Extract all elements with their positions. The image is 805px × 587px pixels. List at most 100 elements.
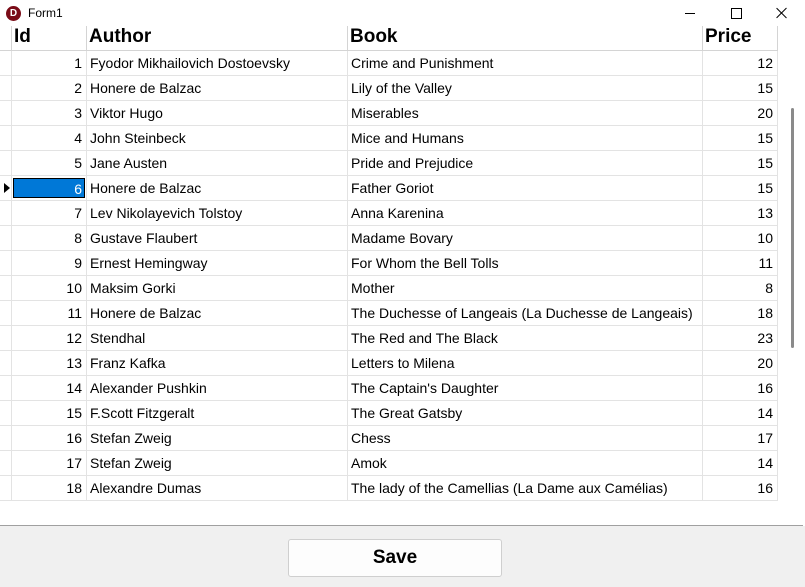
row-indicator[interactable] — [0, 126, 12, 150]
table-row[interactable]: 16 Stefan Zweig Chess 17 — [0, 426, 778, 451]
cell-author[interactable]: Honere de Balzac — [87, 76, 348, 100]
table-row[interactable]: 9 Ernest Hemingway For Whom the Bell Tolls… — [0, 251, 778, 276]
cell-id[interactable]: 18 — [12, 476, 87, 500]
cell-id[interactable]: 13 — [12, 351, 87, 375]
cell-price[interactable]: 18 — [703, 301, 778, 325]
cell-price[interactable]: 20 — [703, 351, 778, 375]
vertical-scrollbar[interactable] — [787, 26, 803, 525]
cell-book[interactable]: Miserables — [348, 101, 703, 125]
table-row[interactable]: 4 John Steinbeck Mice and Humans 15 — [0, 126, 778, 151]
cell-book[interactable]: The Red and The Black — [348, 326, 703, 350]
cell-id[interactable]: 8 — [12, 226, 87, 250]
cell-author[interactable]: Honere de Balzac — [87, 176, 348, 200]
cell-book[interactable]: For Whom the Bell Tolls — [348, 251, 703, 275]
cell-book[interactable]: Anna Karenina — [348, 201, 703, 225]
cell-id[interactable]: 15 — [12, 401, 87, 425]
row-indicator[interactable] — [0, 451, 12, 475]
cell-author[interactable]: Stefan Zweig — [87, 451, 348, 475]
table-row[interactable]: 3 Viktor Hugo Miserables 20 — [0, 101, 778, 126]
cell-price[interactable]: 15 — [703, 151, 778, 175]
cell-book[interactable]: Lily of the Valley — [348, 76, 703, 100]
cell-author[interactable]: John Steinbeck — [87, 126, 348, 150]
column-header-author[interactable]: Author — [87, 26, 348, 50]
cell-price[interactable]: 10 — [703, 226, 778, 250]
table-row[interactable]: 12 Stendhal The Red and The Black 23 — [0, 326, 778, 351]
row-indicator[interactable] — [0, 376, 12, 400]
cell-author[interactable]: Lev Nikolayevich Tolstoy — [87, 201, 348, 225]
table-row[interactable]: 5 Jane Austen Pride and Prejudice 15 — [0, 151, 778, 176]
table-row[interactable]: 17 Stefan Zweig Amok 14 — [0, 451, 778, 476]
cell-book[interactable]: The lady of the Camellias (La Dame aux C… — [348, 476, 703, 500]
row-indicator[interactable] — [0, 101, 12, 125]
cell-author[interactable]: F.Scott Fitzgeralt — [87, 401, 348, 425]
row-indicator[interactable] — [0, 401, 12, 425]
cell-author[interactable]: Stefan Zweig — [87, 426, 348, 450]
cell-id[interactable]: 17 — [12, 451, 87, 475]
cell-price[interactable]: 14 — [703, 451, 778, 475]
row-indicator[interactable] — [0, 426, 12, 450]
cell-price[interactable]: 8 — [703, 276, 778, 300]
table-row[interactable]: 18 Alexandre Dumas The lady of the Camelli… — [0, 476, 778, 501]
row-indicator[interactable] — [0, 326, 12, 350]
cell-author[interactable]: Honere de Balzac — [87, 301, 348, 325]
row-indicator[interactable] — [0, 226, 12, 250]
row-indicator[interactable] — [0, 76, 12, 100]
cell-book[interactable]: Letters to Milena — [348, 351, 703, 375]
cell-book[interactable]: Pride and Prejudice — [348, 151, 703, 175]
cell-author[interactable]: Viktor Hugo — [87, 101, 348, 125]
cell-book[interactable]: Madame Bovary — [348, 226, 703, 250]
cell-author[interactable]: Alexander Pushkin — [87, 376, 348, 400]
row-indicator[interactable] — [0, 301, 12, 325]
minimize-button[interactable] — [667, 0, 713, 26]
cell-id[interactable]: 7 — [12, 201, 87, 225]
cell-price[interactable]: 16 — [703, 376, 778, 400]
cell-id[interactable]: 4 — [12, 126, 87, 150]
cell-price[interactable]: 23 — [703, 326, 778, 350]
maximize-button[interactable] — [713, 0, 759, 26]
books-grid[interactable]: Id Author Book Price 1 Fyodor Mikhailovic… — [0, 26, 803, 526]
scrollbar-thumb[interactable] — [791, 108, 794, 348]
column-header-book[interactable]: Book — [348, 26, 703, 50]
table-row[interactable]: 8 Gustave Flaubert Madame Bovary 10 — [0, 226, 778, 251]
cell-id[interactable]: 3 — [12, 101, 87, 125]
cell-id[interactable]: 2 — [12, 76, 87, 100]
row-indicator[interactable] — [0, 351, 12, 375]
table-row[interactable]: 2 Honere de Balzac Lily of the Valley 15 — [0, 76, 778, 101]
cell-id[interactable]: 9 — [12, 251, 87, 275]
cell-id[interactable]: 10 — [12, 276, 87, 300]
table-row[interactable]: 1 Fyodor Mikhailovich Dostoevsky Crime and… — [0, 51, 778, 76]
cell-author[interactable]: Stendhal — [87, 326, 348, 350]
table-row[interactable]: 6 Honere de Balzac Father Goriot 15 — [0, 176, 778, 201]
cell-book[interactable]: The Great Gatsby — [348, 401, 703, 425]
cell-book[interactable]: Amok — [348, 451, 703, 475]
table-row[interactable]: 15 F.Scott Fitzgeralt The Great Gatsby 14 — [0, 401, 778, 426]
cell-author[interactable]: Ernest Hemingway — [87, 251, 348, 275]
cell-price[interactable]: 11 — [703, 251, 778, 275]
close-button[interactable] — [759, 0, 805, 26]
cell-id[interactable]: 16 — [12, 426, 87, 450]
table-row[interactable]: 11 Honere de Balzac The Duchesse of Langea… — [0, 301, 778, 326]
cell-price[interactable]: 15 — [703, 176, 778, 200]
cell-price[interactable]: 15 — [703, 126, 778, 150]
cell-id[interactable]: 1 — [12, 51, 87, 75]
cell-book[interactable]: Mice and Humans — [348, 126, 703, 150]
row-indicator[interactable] — [0, 251, 12, 275]
cell-book[interactable]: Father Goriot — [348, 176, 703, 200]
save-button[interactable]: Save — [288, 539, 502, 577]
table-row[interactable]: 14 Alexander Pushkin The Captain's Daughte… — [0, 376, 778, 401]
cell-price[interactable]: 12 — [703, 51, 778, 75]
cell-price[interactable]: 20 — [703, 101, 778, 125]
cell-id[interactable]: 6 — [12, 176, 87, 200]
cell-author[interactable]: Fyodor Mikhailovich Dostoevsky — [87, 51, 348, 75]
cell-book[interactable]: Crime and Punishment — [348, 51, 703, 75]
cell-book[interactable]: Mother — [348, 276, 703, 300]
cell-id[interactable]: 12 — [12, 326, 87, 350]
table-row[interactable]: 10 Maksim Gorki Mother 8 — [0, 276, 778, 301]
row-indicator[interactable] — [0, 176, 12, 200]
cell-book[interactable]: The Captain's Daughter — [348, 376, 703, 400]
cell-author[interactable]: Alexandre Dumas — [87, 476, 348, 500]
cell-price[interactable]: 16 — [703, 476, 778, 500]
row-indicator[interactable] — [0, 276, 12, 300]
cell-price[interactable]: 17 — [703, 426, 778, 450]
row-indicator[interactable] — [0, 51, 12, 75]
